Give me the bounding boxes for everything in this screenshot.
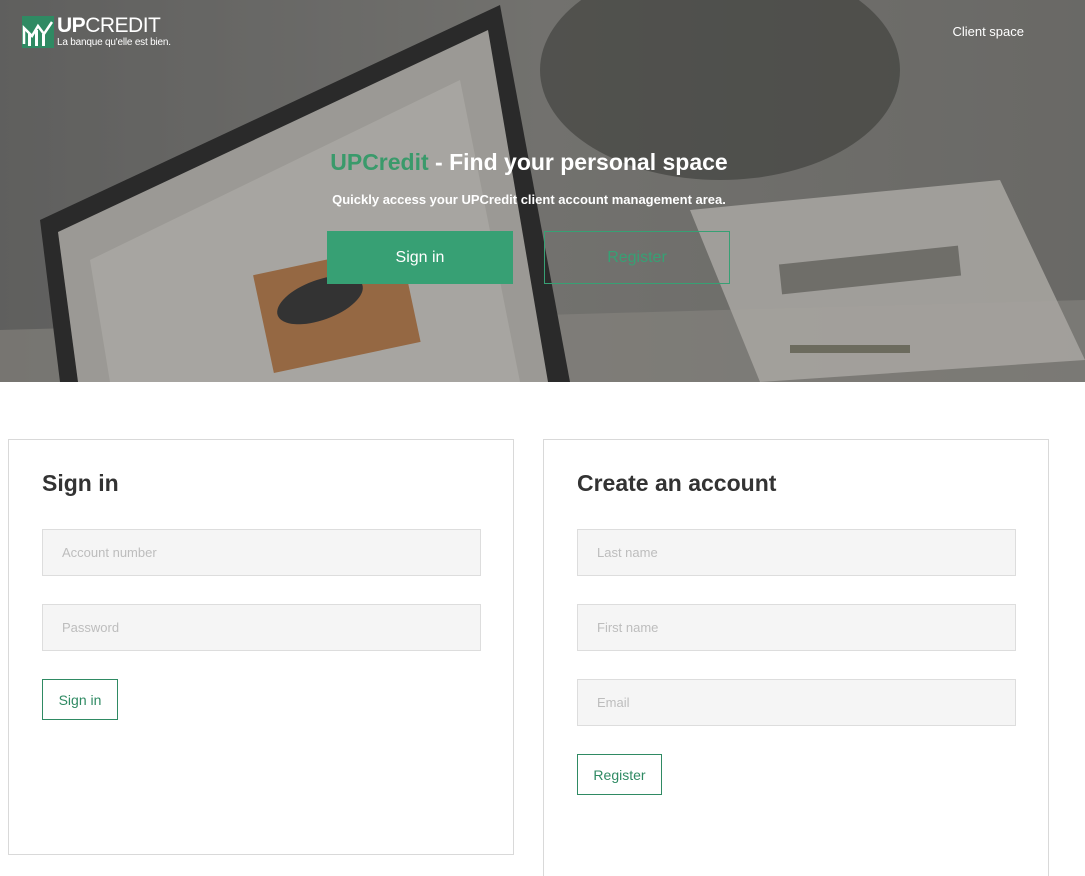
- client-space-link[interactable]: Client space: [952, 24, 1024, 39]
- create-account-card: Create an account Register: [543, 439, 1049, 876]
- last-name-input[interactable]: [577, 529, 1016, 576]
- email-input[interactable]: [577, 679, 1016, 726]
- brand-name: UPCREDIT: [57, 14, 161, 37]
- hero-register-button[interactable]: Register: [544, 231, 730, 284]
- register-button[interactable]: Register: [577, 754, 662, 795]
- hero-banner: UPCREDIT La banque qu'elle est bien. Cli…: [0, 0, 1085, 382]
- hero-sign-in-button[interactable]: Sign in: [327, 231, 513, 284]
- logo-icon: [22, 16, 54, 48]
- account-number-input[interactable]: [42, 529, 481, 576]
- sign-in-heading: Sign in: [42, 470, 119, 496]
- brand-tagline: La banque qu'elle est bien.: [57, 37, 171, 48]
- brand-logo[interactable]: UPCREDIT La banque qu'elle est bien.: [22, 14, 171, 49]
- hero-title: UPCredit - Find your personal space: [0, 149, 1058, 176]
- hero-overlay: [0, 0, 1085, 382]
- hero-title-accent: UPCredit: [330, 149, 429, 175]
- password-input[interactable]: [42, 604, 481, 651]
- create-account-heading: Create an account: [577, 470, 777, 496]
- hero-subtitle: Quickly access your UPCredit client acco…: [332, 192, 726, 207]
- hero-title-rest: - Find your personal space: [428, 149, 728, 175]
- sign-in-card: Sign in Sign in: [8, 439, 514, 855]
- first-name-input[interactable]: [577, 604, 1016, 651]
- sign-in-button[interactable]: Sign in: [42, 679, 118, 720]
